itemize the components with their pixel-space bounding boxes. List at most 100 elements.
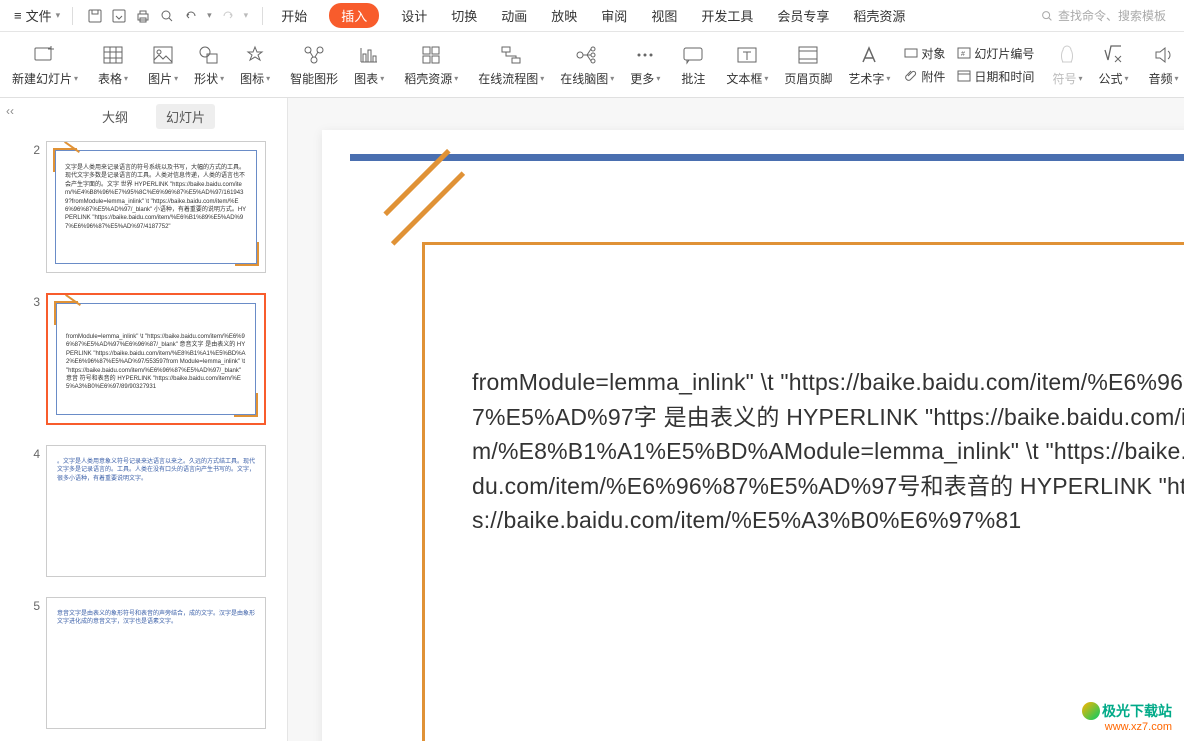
docer-icon xyxy=(418,42,444,68)
tab-slideshow[interactable]: 放映 xyxy=(549,4,579,27)
comment-icon xyxy=(680,42,706,68)
equation-button[interactable]: 公式▾ xyxy=(1090,42,1136,87)
slide-canvas[interactable]: fromModule=lemma_inlink" \t "https://bai… xyxy=(288,98,1184,741)
tab-review[interactable]: 审阅 xyxy=(599,4,629,27)
save-icon[interactable] xyxy=(87,8,103,24)
docer-button[interactable]: 稻壳资源▾ xyxy=(396,42,466,87)
slide-number-button[interactable]: #幻灯片编号 xyxy=(955,43,1036,64)
print-preview-icon[interactable] xyxy=(159,8,175,24)
thumbnail-item[interactable]: 5 意音文字是由表义的象形符号和表音的声旁结合，成的文字。汉字是由象形文字进化成… xyxy=(26,597,281,729)
search-placeholder: 查找命令、搜索模板 xyxy=(1058,7,1166,24)
icons-button[interactable]: 图标▾ xyxy=(232,42,278,87)
file-menu[interactable]: ≡ 文件 ▾ xyxy=(8,4,66,27)
thumbnail-item[interactable]: 3 fromModule=lemma_inlink" \t "https://b… xyxy=(26,293,281,425)
separator xyxy=(72,7,73,25)
slide-panel: 大纲 幻灯片 2 文字是人类用来记录语言的符号系统以及书写，大幅的方式的工具。现… xyxy=(20,98,288,741)
slide-text-content[interactable]: fromModule=lemma_inlink" \t "https://bai… xyxy=(472,365,1184,538)
audio-icon xyxy=(1151,42,1177,68)
smartart-button[interactable]: 智能图形 xyxy=(282,42,346,87)
new-slide-icon xyxy=(32,42,58,68)
tab-docer[interactable]: 稻壳资源 xyxy=(851,4,907,27)
table-button[interactable]: 表格▾ xyxy=(90,42,136,87)
print-icon[interactable] xyxy=(135,8,151,24)
shapes-button[interactable]: 形状▾ xyxy=(186,42,232,87)
chart-button[interactable]: 图表▾ xyxy=(346,42,392,87)
slide-thumbnail[interactable]: 。文字是人类用意象义符号记录来达语言以来之。久远的方式结工具。现代文字多是记录语… xyxy=(46,445,266,577)
picture-button[interactable]: 图片▾ xyxy=(140,42,186,87)
slide-number: 5 xyxy=(26,597,40,729)
slide-number-icon: # xyxy=(957,46,971,60)
new-slide-button[interactable]: 新建幻灯片▾ xyxy=(4,42,86,87)
attachment-button[interactable]: 附件 xyxy=(902,66,947,87)
tab-view[interactable]: 视图 xyxy=(649,4,679,27)
slide-number: 2 xyxy=(26,141,40,273)
thumbnail-list[interactable]: 2 文字是人类用来记录语言的符号系统以及书写，大幅的方式的工具。现代文字多数是记… xyxy=(20,137,287,741)
watermark-url: www.xz7.com xyxy=(1082,721,1172,733)
thumb-text: 意音文字是由表义的象形符号和表音的声旁结合，成的文字。汉字是由象形文字进化成的意… xyxy=(57,610,255,627)
equation-icon xyxy=(1100,42,1126,68)
datetime-button[interactable]: 日期和时间 xyxy=(955,66,1036,87)
flowchart-icon xyxy=(498,42,524,68)
slide-thumbnail[interactable]: fromModule=lemma_inlink" \t "https://bai… xyxy=(46,293,266,425)
slide-number: 4 xyxy=(26,445,40,577)
slides-tab[interactable]: 幻灯片 xyxy=(156,104,215,129)
thumbnail-item[interactable]: 4 。文字是人类用意象义符号记录来达语言以来之。久远的方式结工具。现代文字多是记… xyxy=(26,445,281,577)
audio-button[interactable]: 音频▾ xyxy=(1141,42,1184,87)
ribbon-tabs: 开始 插入 设计 切换 动画 放映 审阅 视图 开发工具 会员专享 稻壳资源 xyxy=(269,3,1038,28)
online-flow-button[interactable]: 在线流程图▾ xyxy=(470,42,552,87)
main-area: ‹‹ 大纲 幻灯片 2 文字是人类用来记录语言的符号系统以及书写，大幅的方式的工… xyxy=(0,98,1184,741)
chevron-down-icon: ▾ xyxy=(244,10,249,21)
thumb-text: 。文字是人类用意象义符号记录来达语言以来之。久远的方式结工具。现代文字多是记录语… xyxy=(57,458,255,483)
attachment-icon xyxy=(904,69,918,83)
undo-icon[interactable] xyxy=(183,8,199,24)
symbol-icon xyxy=(1054,42,1080,68)
picture-icon xyxy=(150,42,176,68)
tab-home[interactable]: 开始 xyxy=(279,4,309,27)
mindmap-icon xyxy=(574,42,600,68)
smartart-icon xyxy=(301,42,327,68)
slide-frame xyxy=(422,242,425,741)
comment-button[interactable]: 批注 xyxy=(672,42,714,87)
save-as-icon[interactable] xyxy=(111,8,127,24)
tab-design[interactable]: 设计 xyxy=(399,4,429,27)
quick-access-toolbar: ▾ ▾ xyxy=(79,8,256,24)
slide-number: 3 xyxy=(26,293,40,425)
search-box[interactable]: 查找命令、搜索模板 xyxy=(1040,7,1176,24)
icons-icon xyxy=(242,42,268,68)
online-mind-button[interactable]: 在线脑图▾ xyxy=(552,42,622,87)
search-icon xyxy=(1040,9,1054,23)
object-button[interactable]: 对象 xyxy=(902,43,947,64)
symbol-button: 符号▾ xyxy=(1044,42,1090,87)
outline-tab[interactable]: 大纲 xyxy=(92,104,138,129)
table-icon xyxy=(100,42,126,68)
object-icon xyxy=(904,46,918,60)
current-slide[interactable]: fromModule=lemma_inlink" \t "https://bai… xyxy=(322,130,1184,741)
thumbnail-item[interactable]: 2 文字是人类用来记录语言的符号系统以及书写，大幅的方式的工具。现代文字多数是记… xyxy=(26,141,281,273)
wordart-button[interactable]: 艺术字▾ xyxy=(840,42,898,87)
tab-insert[interactable]: 插入 xyxy=(329,3,379,28)
chevron-down-icon: ▾ xyxy=(56,10,61,21)
tab-transition[interactable]: 切换 xyxy=(449,4,479,27)
tab-animation[interactable]: 动画 xyxy=(499,4,529,27)
side-tabs: 大纲 幻灯片 xyxy=(20,98,287,137)
tab-member[interactable]: 会员专享 xyxy=(775,4,831,27)
more-icon xyxy=(632,42,658,68)
collapse-panel-button[interactable]: ‹‹ xyxy=(0,98,20,741)
file-label: 文件 xyxy=(26,6,52,25)
chevron-down-icon[interactable]: ▾ xyxy=(207,10,212,21)
slide-thumbnail[interactable]: 意音文字是由表义的象形符号和表音的声旁结合，成的文字。汉字是由象形文字进化成的意… xyxy=(46,597,266,729)
textbox-button[interactable]: 文本框▾ xyxy=(718,42,776,87)
slide-thumbnail[interactable]: 文字是人类用来记录语言的符号系统以及书写，大幅的方式的工具。现代文字多数是记录语… xyxy=(46,141,266,273)
textbox-icon xyxy=(734,42,760,68)
separator xyxy=(262,7,263,25)
watermark-logo-icon xyxy=(1082,702,1100,720)
menubar: ≡ 文件 ▾ ▾ ▾ 开始 插入 设计 切换 动画 放映 审阅 视图 开发工具 … xyxy=(0,0,1184,32)
slide-decoration-diag xyxy=(391,171,465,245)
more-button[interactable]: 更多▾ xyxy=(622,42,668,87)
shapes-icon xyxy=(196,42,222,68)
slide-frame xyxy=(422,242,1184,245)
ribbon: 新建幻灯片▾ 表格▾ 图片▾ 形状▾ 图标▾ 智能图形 图表▾ 稻壳资源▾ 在线… xyxy=(0,32,1184,98)
header-footer-button[interactable]: 页眉页脚 xyxy=(776,42,840,87)
tab-developer[interactable]: 开发工具 xyxy=(699,4,755,27)
wordart-icon xyxy=(856,42,882,68)
